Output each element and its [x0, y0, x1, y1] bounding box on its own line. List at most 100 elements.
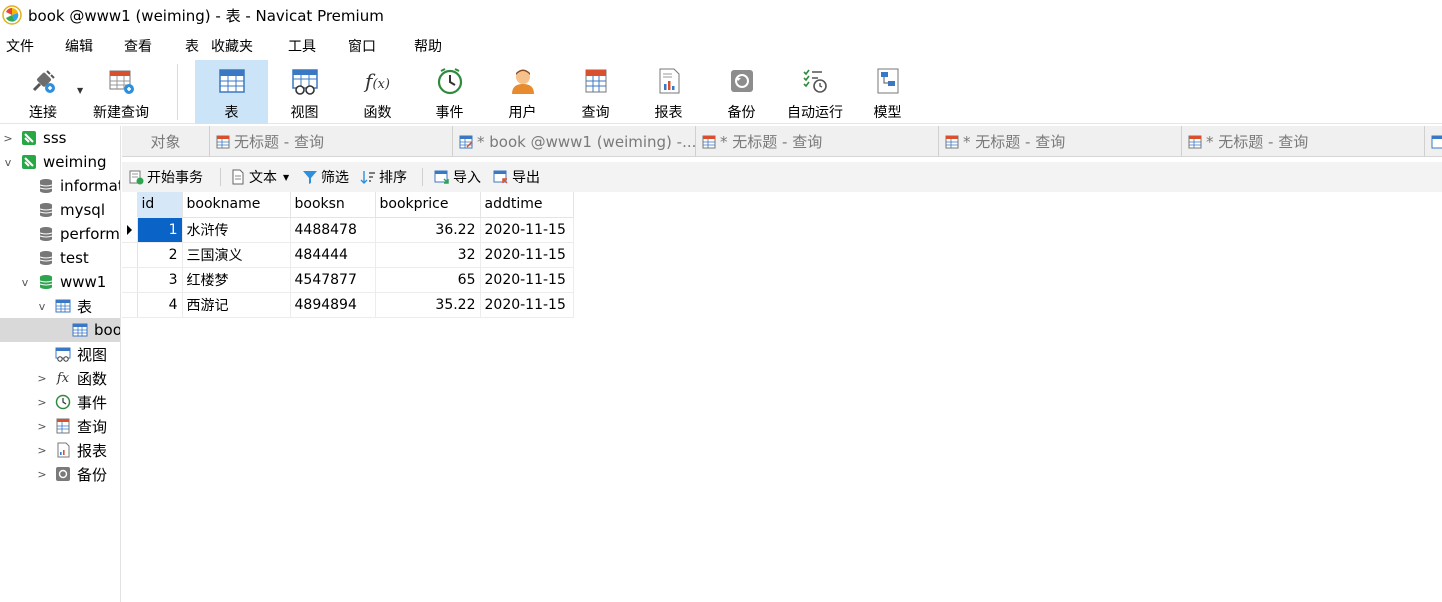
- column-header-id[interactable]: id: [137, 192, 183, 218]
- tab-objects[interactable]: 对象: [122, 126, 210, 157]
- cell-id[interactable]: 3: [137, 267, 183, 293]
- cell-addtime[interactable]: 2020-11-15: [480, 217, 574, 243]
- export-button[interactable]: 导出: [493, 167, 540, 187]
- tree-node-events[interactable]: > 事件: [0, 390, 120, 414]
- tree-node-functions[interactable]: > fx 函数: [0, 366, 120, 390]
- chevron-right-icon[interactable]: >: [36, 420, 48, 433]
- report-icon: [57, 442, 70, 458]
- clock-icon: [435, 66, 465, 96]
- cell-booksn[interactable]: 484444: [290, 242, 376, 268]
- tab-book-table[interactable]: * book @www1 (weiming) -...: [453, 126, 696, 157]
- chevron-right-icon[interactable]: >: [36, 396, 48, 409]
- tab-untitled-query-3[interactable]: * 无标题 - 查询: [939, 126, 1182, 157]
- tree-db-www1[interactable]: v www1: [0, 270, 120, 294]
- table-row[interactable]: 4 西游记 4894894 35.22 2020-11-15: [122, 292, 574, 318]
- query-icon: [216, 135, 230, 148]
- cell-bookprice[interactable]: 35.22: [375, 292, 481, 318]
- connect-button[interactable]: 连接: [14, 60, 72, 124]
- chevron-down-icon[interactable]: v: [36, 300, 48, 313]
- transaction-icon: [129, 170, 144, 185]
- query-button[interactable]: 查询: [568, 60, 623, 124]
- chevron-right-icon[interactable]: >: [36, 468, 48, 481]
- text-button[interactable]: 文本 ▼: [230, 167, 289, 187]
- column-header-booksn[interactable]: booksn: [290, 192, 376, 218]
- tab-untitled-query-2[interactable]: * 无标题 - 查询: [696, 126, 939, 157]
- cell-id[interactable]: 2: [137, 242, 183, 268]
- tree-connection-weiming[interactable]: v weiming: [0, 150, 120, 174]
- report-button[interactable]: 报表: [641, 60, 696, 124]
- filter-button[interactable]: 筛选: [302, 167, 349, 187]
- cell-bookprice[interactable]: 32: [375, 242, 481, 268]
- chevron-down-icon[interactable]: v: [2, 156, 14, 169]
- menu-file[interactable]: 文件: [6, 36, 34, 56]
- tree-node-reports[interactable]: > 报表: [0, 438, 120, 462]
- chevron-right-icon[interactable]: >: [36, 444, 48, 457]
- tree-node-views[interactable]: 视图: [0, 342, 120, 366]
- cell-bookprice[interactable]: 36.22: [375, 217, 481, 243]
- row-marker[interactable]: [122, 267, 138, 293]
- menu-table[interactable]: 表: [185, 36, 199, 56]
- tab-untitled-query-4[interactable]: * 无标题 - 查询: [1182, 126, 1425, 157]
- navicat-logo-icon: [2, 5, 22, 25]
- tree-node-backups[interactable]: > 备份: [0, 462, 120, 486]
- menu-window[interactable]: 窗口: [348, 36, 376, 56]
- menu-tools[interactable]: 工具: [288, 36, 316, 56]
- table-row[interactable]: 3 红楼梦 4547877 65 2020-11-15: [122, 267, 574, 293]
- cell-bookprice[interactable]: 65: [375, 267, 481, 293]
- tree-node-queries[interactable]: > 查询: [0, 414, 120, 438]
- connect-dropdown-icon[interactable]: ▼: [77, 86, 83, 95]
- tab-overflow[interactable]: [1425, 126, 1442, 157]
- tree-table-book[interactable]: boo: [0, 318, 120, 342]
- cell-bookname[interactable]: 三国演义: [182, 242, 291, 268]
- tree-db-mysql[interactable]: mysql: [0, 198, 120, 222]
- cell-id[interactable]: 4: [137, 292, 183, 318]
- model-button[interactable]: 模型: [860, 60, 915, 124]
- cell-booksn[interactable]: 4547877: [290, 267, 376, 293]
- table-button[interactable]: 表: [195, 60, 268, 124]
- row-marker[interactable]: [122, 217, 138, 243]
- table-row[interactable]: 1 水浒传 4488478 36.22 2020-11-15: [122, 217, 574, 243]
- backup-button[interactable]: 备份: [714, 60, 769, 124]
- cell-bookname[interactable]: 水浒传: [182, 217, 291, 243]
- menu-bar: 文件 编辑 查看 表 收藏夹 工具 窗口 帮助: [0, 32, 1442, 58]
- chevron-right-icon[interactable]: >: [2, 132, 14, 145]
- tree-db-test[interactable]: test: [0, 246, 120, 270]
- data-toolbar: 开始事务 文本 ▼ 筛选 排序 导入 导出: [122, 162, 1442, 192]
- row-marker[interactable]: [122, 292, 138, 318]
- column-header-addtime[interactable]: addtime: [480, 192, 574, 218]
- row-marker[interactable]: [122, 242, 138, 268]
- cell-bookname[interactable]: 红楼梦: [182, 267, 291, 293]
- column-header-bookprice[interactable]: bookprice: [375, 192, 481, 218]
- function-button[interactable]: f(x) 函数: [350, 60, 405, 124]
- grid-header-row: id bookname booksn bookprice addtime: [122, 192, 574, 218]
- menu-help[interactable]: 帮助: [414, 36, 442, 56]
- user-button[interactable]: 用户: [495, 60, 550, 124]
- cell-addtime[interactable]: 2020-11-15: [480, 267, 574, 293]
- import-button[interactable]: 导入: [434, 167, 481, 187]
- tree-connection-sss[interactable]: > sss: [0, 126, 120, 150]
- view-button[interactable]: 视图: [277, 60, 332, 124]
- table-row[interactable]: 2 三国演义 484444 32 2020-11-15: [122, 242, 574, 268]
- cell-booksn[interactable]: 4894894: [290, 292, 376, 318]
- cell-id[interactable]: 1: [137, 217, 183, 243]
- cell-bookname[interactable]: 西游记: [182, 292, 291, 318]
- cell-addtime[interactable]: 2020-11-15: [480, 242, 574, 268]
- cell-addtime[interactable]: 2020-11-15: [480, 292, 574, 318]
- column-header-bookname[interactable]: bookname: [182, 192, 291, 218]
- chevron-down-icon[interactable]: v: [19, 276, 31, 289]
- automation-button[interactable]: 自动运行: [782, 60, 848, 124]
- begin-transaction-button[interactable]: 开始事务: [128, 167, 203, 187]
- sort-button[interactable]: 排序: [360, 167, 407, 187]
- menu-favorites[interactable]: 收藏夹: [211, 36, 253, 56]
- tree-node-tables[interactable]: v 表: [0, 294, 120, 318]
- cell-booksn[interactable]: 4488478: [290, 217, 376, 243]
- chevron-down-icon[interactable]: ▼: [283, 173, 289, 182]
- new-query-button[interactable]: 新建查询: [88, 60, 154, 124]
- tree-db-information-schema[interactable]: informat: [0, 174, 120, 198]
- tree-db-performance-schema[interactable]: perform: [0, 222, 120, 246]
- menu-edit[interactable]: 编辑: [65, 36, 93, 56]
- menu-view[interactable]: 查看: [124, 36, 152, 56]
- tab-untitled-query-1[interactable]: 无标题 - 查询: [210, 126, 453, 157]
- event-button[interactable]: 事件: [422, 60, 477, 124]
- chevron-right-icon[interactable]: >: [36, 372, 48, 385]
